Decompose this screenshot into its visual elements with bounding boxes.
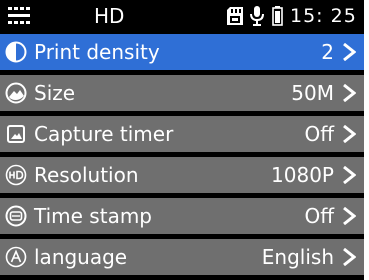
hd-icon [5, 164, 27, 186]
battery-icon [272, 6, 283, 26]
settings-menu: Print density 2 Size 50M Capture timer O… [0, 34, 364, 280]
menu-item-value: 1080P [271, 163, 334, 187]
chevron-right-icon [343, 84, 356, 102]
camera-settings-screen: HD 15: 25 Print density 2 Size 50M Captu… [0, 0, 364, 280]
half-contrast-icon [5, 41, 27, 63]
menu-grid-icon[interactable] [8, 6, 30, 26]
menu-item-value: Off [304, 122, 334, 146]
chevron-right-icon [343, 248, 356, 266]
sd-card-icon [227, 7, 243, 25]
chevron-right-icon [343, 166, 356, 184]
microphone-icon [250, 6, 264, 26]
menu-item-value: English [261, 245, 334, 269]
menu-item-resolution[interactable]: Resolution 1080P [0, 157, 364, 193]
menu-item-label: language [34, 245, 128, 269]
landscape-icon [5, 82, 27, 104]
menu-item-label: Size [34, 81, 76, 105]
menu-item-value: 2 [321, 40, 334, 64]
menu-item-time-stamp[interactable]: Time stamp Off [0, 198, 364, 234]
video-mode-label: HD [94, 4, 125, 28]
menu-item-value: Off [304, 204, 334, 228]
menu-item-size[interactable]: Size 50M [0, 75, 364, 111]
menu-item-capture-timer[interactable]: Capture timer Off [0, 116, 364, 152]
menu-item-label: Capture timer [34, 122, 174, 146]
chevron-right-icon [343, 207, 356, 225]
clock-time: 15: 25 [290, 5, 357, 27]
menu-item-label: Print density [34, 40, 160, 64]
clock-stamp-icon [5, 205, 27, 227]
menu-item-label: Time stamp [34, 204, 152, 228]
chevron-right-icon [343, 125, 356, 143]
menu-item-label: Resolution [34, 163, 139, 187]
chevron-right-icon [343, 43, 356, 61]
menu-item-print-density[interactable]: Print density 2 [0, 34, 364, 70]
language-a-icon [5, 246, 27, 268]
menu-item-value: 50M [291, 81, 334, 105]
timer-picture-icon [7, 125, 25, 143]
menu-item-language[interactable]: language English [0, 239, 364, 275]
status-bar: HD 15: 25 [0, 0, 364, 32]
